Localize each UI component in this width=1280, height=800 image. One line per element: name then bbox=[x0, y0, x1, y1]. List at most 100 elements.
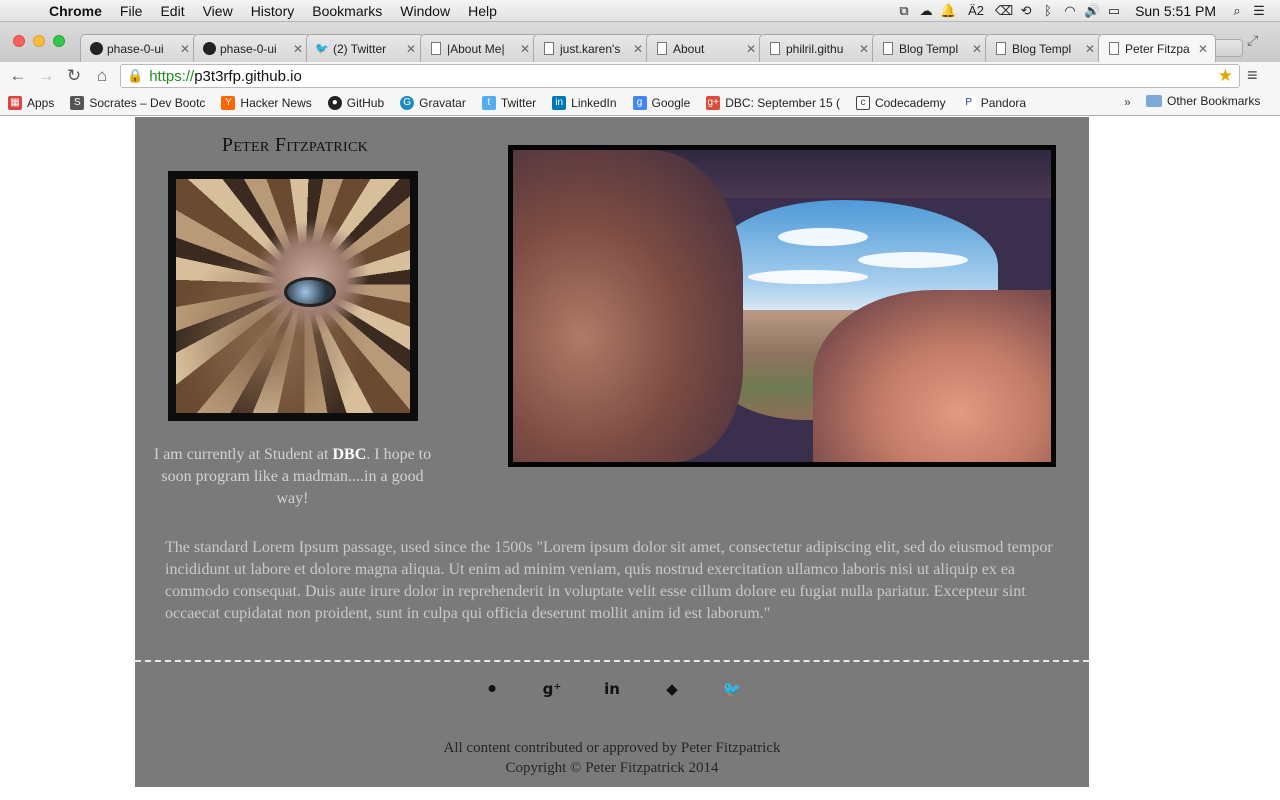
bookmark-twitter[interactable]: t Twitter bbox=[481, 95, 536, 110]
menu-app-chrome[interactable]: Chrome bbox=[40, 3, 111, 19]
tab-just-karen[interactable]: just.karen's ✕ bbox=[533, 34, 651, 62]
tab-label: phase-0-ui bbox=[107, 41, 164, 56]
bell-icon[interactable]: 🔔 bbox=[937, 3, 959, 19]
tab-label: philril.githu bbox=[786, 41, 844, 56]
tab-close-icon[interactable]: ✕ bbox=[405, 42, 417, 56]
macos-menu-bar: Chrome File Edit View History Bookmarks … bbox=[0, 0, 1280, 22]
creative-cloud-icon[interactable]: ☁ bbox=[915, 3, 937, 19]
twitter-icon[interactable]: 🐦 bbox=[702, 680, 762, 698]
socrates-icon: S bbox=[70, 95, 85, 110]
reload-icon[interactable]: ↻ bbox=[60, 66, 88, 86]
tab-peter-fitzpatrick[interactable]: Peter Fitzpa ✕ bbox=[1098, 34, 1216, 62]
new-tab-button[interactable] bbox=[1213, 39, 1243, 57]
bookmark-star-icon[interactable]: ★ bbox=[1218, 66, 1233, 86]
menu-bookmarks[interactable]: Bookmarks bbox=[303, 3, 391, 19]
url-host: p3t3rfp.github.io bbox=[194, 67, 302, 85]
hacker-news-icon: Y bbox=[221, 95, 236, 110]
notification-center-icon[interactable]: ☰ bbox=[1248, 3, 1270, 19]
menu-view[interactable]: View bbox=[194, 3, 242, 19]
tab-blog-template-2[interactable]: Blog Templ ✕ bbox=[985, 34, 1103, 62]
bookmark-codecademy[interactable]: c Codecademy bbox=[855, 95, 946, 110]
menu-edit[interactable]: Edit bbox=[151, 3, 193, 19]
cleanup-icon[interactable]: ⌫ bbox=[993, 3, 1015, 19]
cloud bbox=[778, 228, 868, 246]
document-icon bbox=[1107, 42, 1121, 56]
home-icon[interactable]: ⌂ bbox=[88, 66, 116, 86]
tab-close-icon[interactable]: ✕ bbox=[632, 42, 644, 56]
google-plus-icon: g+ bbox=[706, 95, 721, 110]
footer-credit: All content contributed or approved by P… bbox=[443, 740, 781, 756]
tab-close-icon[interactable]: ✕ bbox=[1084, 42, 1096, 56]
window-minimize-button[interactable] bbox=[33, 35, 45, 47]
bookmark-linkedin[interactable]: in LinkedIn bbox=[552, 95, 617, 110]
bookmark-label: LinkedIn bbox=[571, 95, 617, 110]
bookmarks-overflow-button[interactable]: » bbox=[1124, 95, 1131, 109]
tab-close-icon[interactable]: ✕ bbox=[858, 42, 870, 56]
tab-close-icon[interactable]: ✕ bbox=[292, 42, 304, 56]
tab-about-me[interactable]: |About Me| ✕ bbox=[420, 34, 538, 62]
time-machine-icon[interactable]: ⟲ bbox=[1015, 3, 1037, 19]
github-icon[interactable]: ⚫ bbox=[462, 680, 522, 698]
bookmark-label: DBC: September 15 ( bbox=[725, 95, 840, 110]
address-bar[interactable]: 🔒 https:// p3t3rfp.github.io ★ bbox=[120, 64, 1240, 88]
intro-prefix: I am currently at Student at bbox=[153, 446, 333, 463]
tab-close-icon[interactable]: ✕ bbox=[179, 42, 191, 56]
tab-twitter[interactable]: 🐦 (2) Twitter ✕ bbox=[306, 34, 424, 62]
bookmark-google[interactable]: g Google bbox=[632, 95, 690, 110]
menu-window[interactable]: Window bbox=[391, 3, 459, 19]
linkedin-icon[interactable]: in bbox=[582, 680, 642, 698]
tab-close-icon[interactable]: ✕ bbox=[1197, 42, 1209, 56]
tab-about[interactable]: About ✕ bbox=[646, 34, 764, 62]
menu-file[interactable]: File bbox=[111, 3, 152, 19]
volume-icon[interactable]: 🔊 bbox=[1081, 3, 1103, 19]
window-zoom-button[interactable] bbox=[53, 35, 65, 47]
other-bookmarks-label: Other Bookmarks bbox=[1167, 94, 1261, 108]
bookmark-apps[interactable]: ▦ Apps bbox=[8, 95, 55, 110]
folder-icon bbox=[1146, 95, 1162, 107]
window-close-button[interactable] bbox=[13, 35, 25, 47]
bookmark-label: Apps bbox=[27, 95, 55, 110]
bookmark-github[interactable]: ● GitHub bbox=[327, 95, 384, 110]
evernote-icon[interactable]: ◆ bbox=[642, 680, 702, 698]
cloud bbox=[748, 270, 868, 284]
intro-text: I am currently at Student at DBC. I hope… bbox=[150, 444, 435, 510]
tab-close-icon[interactable]: ✕ bbox=[519, 42, 531, 56]
browser-toolbar: ← → ↻ ⌂ 🔒 https:// p3t3rfp.github.io ★ ≡ bbox=[0, 62, 1280, 90]
google-plus-icon[interactable]: g⁺ bbox=[522, 680, 582, 698]
spotlight-search-icon[interactable]: ⌕ bbox=[1226, 3, 1248, 19]
battery-icon[interactable]: ▭ bbox=[1103, 3, 1125, 19]
adobe-icon[interactable]: Ä2 bbox=[959, 3, 993, 18]
arch-landscape-image bbox=[513, 150, 1051, 462]
tab-phase-0-ui-2[interactable]: phase-0-ui ✕ bbox=[193, 34, 311, 62]
other-bookmarks-folder[interactable]: Other Bookmarks bbox=[1146, 94, 1260, 108]
fullscreen-icon[interactable]: ⤢ bbox=[1247, 32, 1258, 49]
menu-history[interactable]: History bbox=[242, 3, 304, 19]
profile-photo bbox=[168, 171, 418, 421]
tab-close-icon[interactable]: ✕ bbox=[971, 42, 983, 56]
tab-label: Blog Templ bbox=[1012, 41, 1072, 56]
menu-clock[interactable]: Sun 5:51 PM bbox=[1125, 3, 1226, 19]
chrome-menu-icon[interactable]: ≡ bbox=[1247, 65, 1258, 86]
menu-help[interactable]: Help bbox=[459, 3, 506, 19]
twitter-icon: t bbox=[481, 95, 496, 110]
bookmark-label: Pandora bbox=[980, 95, 1027, 110]
bluetooth-icon[interactable]: ᛒ bbox=[1037, 3, 1059, 18]
bookmarks-bar: ▦ Apps S Socrates – Dev Bootc Y Hacker News… bbox=[0, 90, 1280, 116]
lorem-paragraph: The standard Lorem Ipsum passage, used s… bbox=[165, 539, 1053, 622]
bookmark-pandora[interactable]: P Pandora bbox=[961, 95, 1027, 110]
bookmark-gravatar[interactable]: G Gravatar bbox=[400, 95, 466, 110]
github-icon bbox=[89, 42, 103, 56]
forward-arrow-icon[interactable]: → bbox=[32, 66, 60, 86]
wifi-icon[interactable]: ◠ bbox=[1059, 3, 1081, 19]
bookmark-socrates[interactable]: S Socrates – Dev Bootc bbox=[70, 95, 205, 110]
bookmark-dbc[interactable]: g+ DBC: September 15 ( bbox=[706, 95, 840, 110]
tab-phase-0-ui-1[interactable]: phase-0-ui ✕ bbox=[80, 34, 198, 62]
bookmark-hacker-news[interactable]: Y Hacker News bbox=[221, 95, 312, 110]
tab-close-icon[interactable]: ✕ bbox=[745, 42, 757, 56]
window-icon[interactable]: ⧉ bbox=[893, 3, 915, 19]
tab-philril[interactable]: philril.githu ✕ bbox=[759, 34, 877, 62]
lock-icon[interactable]: 🔒 bbox=[127, 68, 143, 84]
intro-dbc: DBC bbox=[332, 446, 367, 463]
back-arrow-icon[interactable]: ← bbox=[4, 66, 32, 86]
tab-blog-template-1[interactable]: Blog Templ ✕ bbox=[872, 34, 990, 62]
